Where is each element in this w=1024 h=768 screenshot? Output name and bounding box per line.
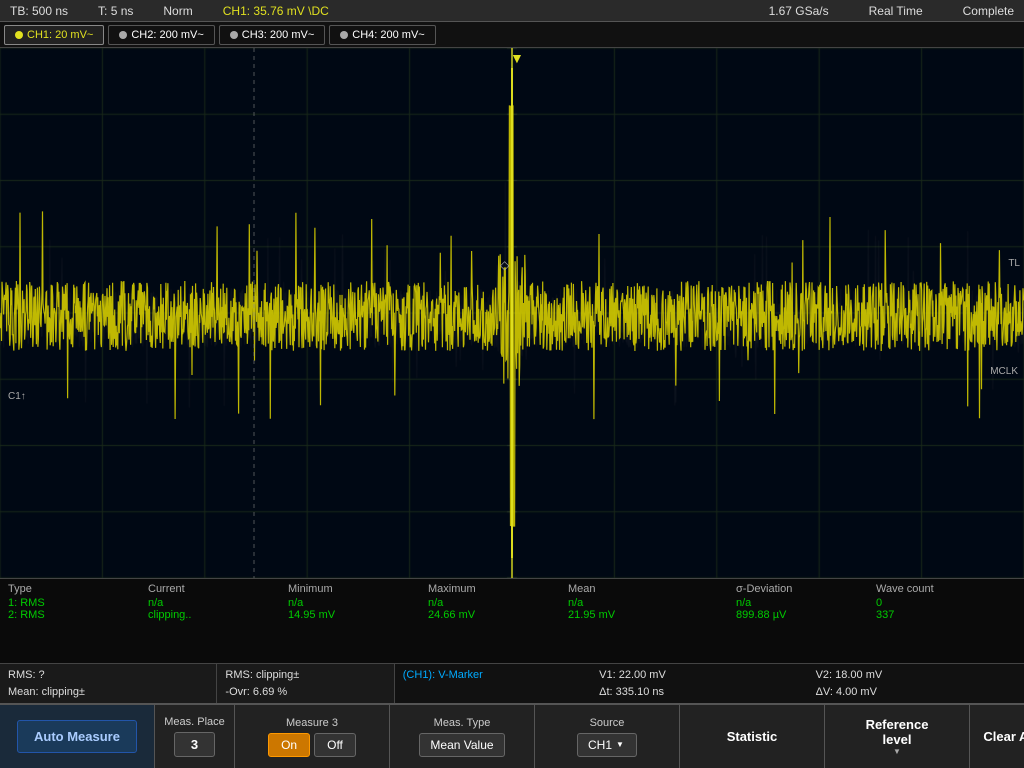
row1-sigma: n/a [736, 597, 876, 609]
bottom-button-bar: Auto Measure Meas. Place 3 Measure 3 On … [0, 703, 1024, 768]
row1-mean: n/a [568, 597, 708, 609]
tl-marker: TL [1008, 258, 1020, 269]
row2-type: 2: RMS [8, 609, 148, 621]
delta-v-display: ΔV: 4.00 mV [816, 684, 1016, 701]
row2-max: 24.66 mV [428, 609, 568, 621]
clear-all-group[interactable]: Clear All [970, 705, 1024, 768]
ch4-tab[interactable]: CH4: 200 mV~ [329, 25, 435, 45]
norm-display: Norm [163, 4, 192, 18]
cursor-diamond: ◇ [500, 258, 509, 272]
ch3-tab-label: CH3: 200 mV~ [242, 29, 314, 41]
waveform-svg [0, 48, 1024, 578]
status-line1-left: RMS: ? [8, 667, 208, 684]
meas-place-value[interactable]: 3 [174, 732, 215, 757]
ch1-tab[interactable]: CH1: 20 mV~ [4, 25, 104, 45]
reference-level-label[interactable]: Reference level [866, 717, 929, 747]
status-line1-right: RMS: clipping± [225, 667, 385, 684]
ch2-tab[interactable]: CH2: 200 mV~ [108, 25, 214, 45]
v1-display: V1: 22.00 mV [599, 667, 799, 684]
status-line2-left: Mean: clipping± [8, 684, 208, 701]
col-maximum-header: Maximum [428, 583, 568, 595]
channel-display: CH1: 35.76 mV \DC [223, 4, 329, 18]
auto-measure-button[interactable]: Auto Measure [17, 720, 137, 753]
col-current-header: Current [148, 583, 288, 595]
clear-all-label[interactable]: Clear All [983, 729, 1024, 744]
meas-place-label: Meas. Place [164, 716, 225, 728]
auto-measure-group[interactable]: Auto Measure [0, 705, 155, 768]
status-line2-right: -Ovr: 6.69 % [225, 684, 385, 701]
ch3-tab[interactable]: CH3: 200 mV~ [219, 25, 325, 45]
source-group: Source CH1 ▼ [535, 705, 680, 768]
on-button[interactable]: On [268, 733, 310, 757]
row1-type: 1: RMS [8, 597, 148, 609]
row2-sigma: 899.88 µV [736, 609, 876, 621]
sample-rate: 1.67 GSa/s [769, 4, 829, 18]
mclk-label: MCLK [990, 366, 1018, 377]
row2-mean: 21.95 mV [568, 609, 708, 621]
ch2-tab-label: CH2: 200 mV~ [131, 29, 203, 41]
meas-place-group: Meas. Place 3 [155, 705, 235, 768]
off-button[interactable]: Off [314, 733, 356, 757]
statistic-label[interactable]: Statistic [727, 729, 778, 744]
reference-level-arrow: ▼ [893, 747, 901, 756]
trigger-arrow: ▼ [510, 50, 524, 66]
measure3-label: Measure 3 [286, 717, 338, 729]
meas-type-label: Meas. Type [434, 717, 491, 729]
row1-min: n/a [288, 597, 428, 609]
statistic-group[interactable]: Statistic [680, 705, 825, 768]
tb-display: TB: 500 ns [10, 4, 68, 18]
col-wavecount-header: Wave count [876, 583, 1016, 595]
acq-status: Complete [963, 4, 1014, 18]
source-value[interactable]: CH1 ▼ [577, 733, 637, 757]
row1-wavecount: 0 [876, 597, 1016, 609]
source-label: Source [590, 717, 625, 729]
status-message-bar: RMS: ? Mean: clipping± RMS: clipping± -O… [0, 663, 1024, 703]
status-bar: TB: 500 ns T: 5 ns Norm CH1: 35.76 mV \D… [0, 0, 1024, 22]
meas-type-value[interactable]: Mean Value [419, 733, 504, 757]
status-right: V1: 22.00 mV Δt: 335.10 ns [591, 664, 807, 703]
channel-tabs: CH1: 20 mV~ CH2: 200 mV~ CH3: 200 mV~ CH… [0, 22, 1024, 48]
status-far-right: V2: 18.00 mV ΔV: 4.00 mV [808, 664, 1024, 703]
col-type-header: Type [8, 583, 148, 595]
row1-max: n/a [428, 597, 568, 609]
status-left: RMS: ? Mean: clipping± [0, 664, 217, 703]
status-center-left: RMS: clipping± -Ovr: 6.69 % [217, 664, 394, 703]
measure3-group: Measure 3 On Off [235, 705, 390, 768]
v2-display: V2: 18.00 mV [816, 667, 1016, 684]
row2-wavecount: 337 [876, 609, 1016, 621]
scope-display[interactable]: ▼ TL ◇ C1↑ MCLK [0, 48, 1024, 578]
t-display: T: 5 ns [98, 4, 133, 18]
row1-current: n/a [148, 597, 288, 609]
status-center: (CH1): V-Marker [395, 664, 591, 703]
source-dropdown-icon: ▼ [616, 740, 624, 749]
reference-level-group[interactable]: Reference level ▼ [825, 705, 970, 768]
col-sigma-header: σ-Deviation [736, 583, 876, 595]
row2-min: 14.95 mV [288, 609, 428, 621]
meas-type-group: Meas. Type Mean Value [390, 705, 535, 768]
ch4-tab-label: CH4: 200 mV~ [352, 29, 424, 41]
c1-label: C1↑ [8, 391, 26, 402]
ch1-marker-label: (CH1): V-Marker [403, 667, 583, 684]
col-mean-header: Mean [568, 583, 708, 595]
row2-current: clipping.. [148, 609, 288, 621]
ch1-tab-label: CH1: 20 mV~ [27, 29, 93, 41]
meas-table: Type Current Minimum Maximum Mean σ-Devi… [0, 578, 1024, 663]
source-ch1: CH1 [588, 738, 612, 752]
col-minimum-header: Minimum [288, 583, 428, 595]
delta-t-display: Δt: 335.10 ns [599, 684, 799, 701]
time-mode: Real Time [869, 4, 923, 18]
